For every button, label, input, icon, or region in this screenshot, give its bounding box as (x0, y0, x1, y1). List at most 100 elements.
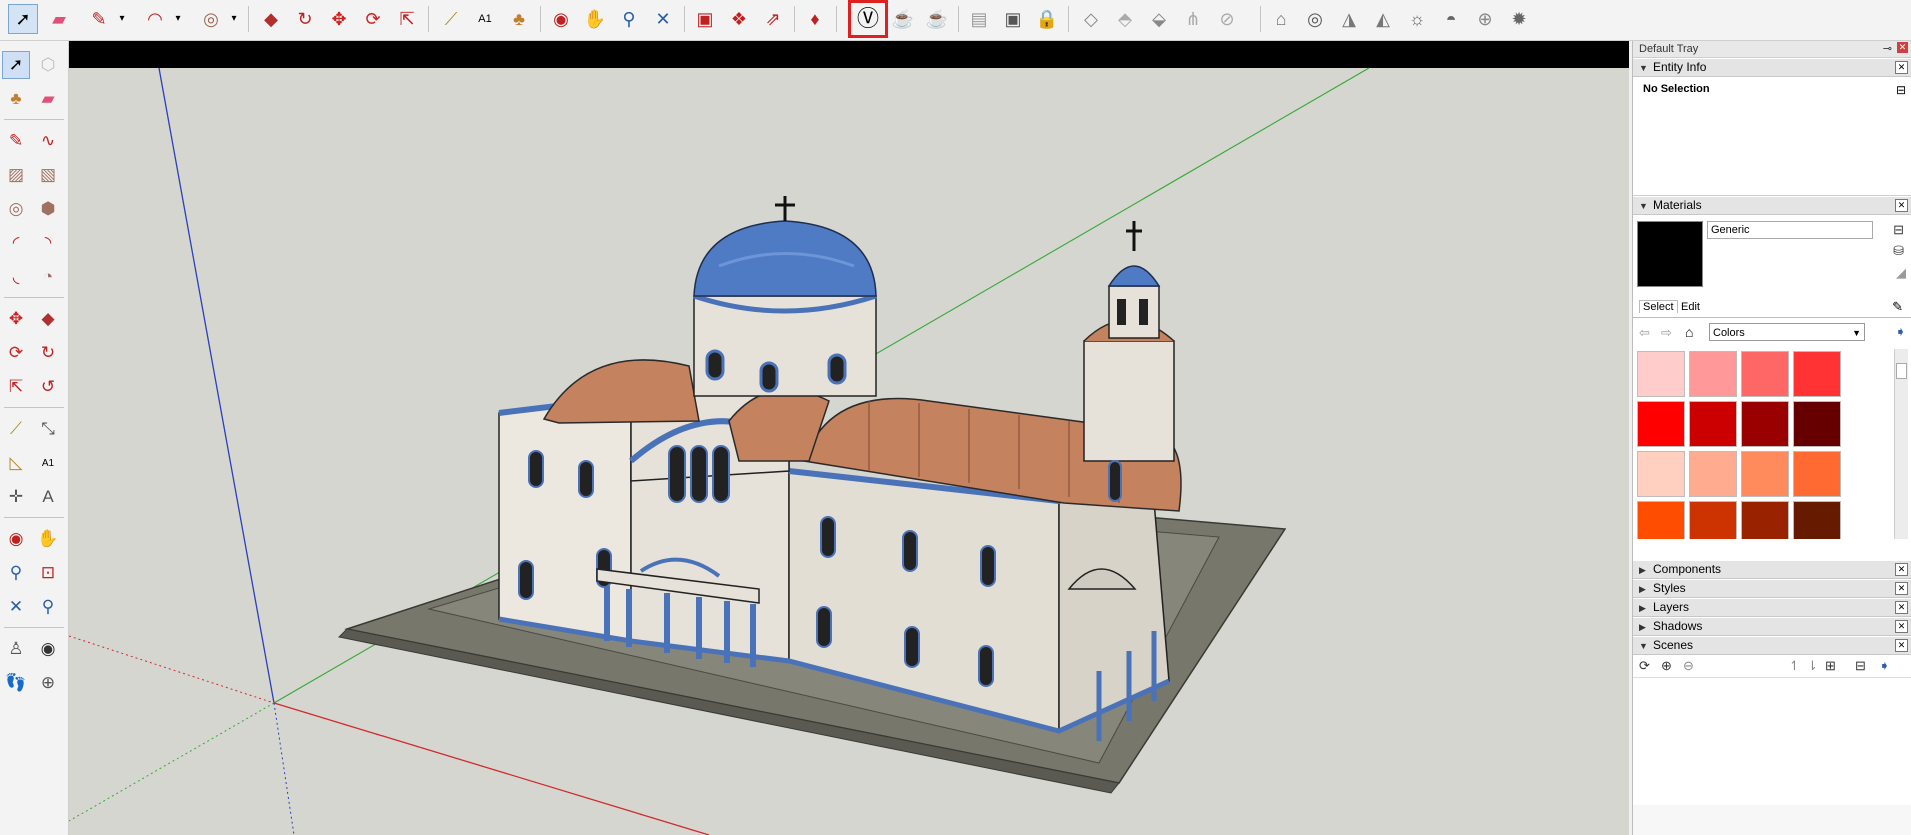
section-view-icon[interactable]: ▣ (998, 4, 1028, 34)
color-swatch[interactable] (1741, 351, 1789, 397)
push-pull-icon[interactable]: ◆ (256, 4, 286, 34)
smoove-icon[interactable]: ⬙ (1144, 4, 1174, 34)
collection-select[interactable]: Colors ▼ (1709, 323, 1865, 341)
color-swatch[interactable] (1689, 401, 1737, 447)
wireframe-icon[interactable]: ◎ (1300, 4, 1330, 34)
details-toggle-icon[interactable]: ⊟ (1896, 83, 1906, 97)
teapot-hand-icon[interactable]: ☕ (922, 4, 952, 34)
close-icon[interactable]: ✕ (1895, 639, 1908, 652)
pie-tool-icon[interactable]: ◔ (34, 263, 62, 291)
axes-tool-icon[interactable]: ✛ (2, 483, 30, 511)
polygon-tool-icon[interactable]: ⬢ (34, 195, 62, 223)
line-tool-icon[interactable]: ✎ (2, 127, 30, 155)
follow-me-icon[interactable]: ↻ (290, 4, 320, 34)
scrollbar-thumb[interactable] (1896, 363, 1907, 379)
color-swatch[interactable] (1637, 501, 1685, 539)
stamp-icon[interactable]: ⋔ (1178, 4, 1208, 34)
pan-icon[interactable]: ✋ (580, 4, 610, 34)
two-point-arc-icon[interactable]: ◝ (34, 229, 62, 257)
close-icon[interactable]: ✕ (1895, 620, 1908, 633)
material-name-field[interactable] (1707, 221, 1873, 239)
cone-icon[interactable]: ◮ (1334, 4, 1364, 34)
pin-icon[interactable]: ⊸ (1883, 41, 1892, 57)
create-material-icon[interactable]: ⛁ (1893, 243, 1904, 259)
circle-tool-icon[interactable]: ◎ (2, 195, 30, 223)
orbit-tool-icon[interactable]: ◉ (2, 525, 30, 553)
close-icon[interactable]: ✕ (1895, 582, 1908, 595)
close-icon[interactable]: ✕ (1895, 563, 1908, 576)
drape-icon[interactable]: ⊘ (1212, 4, 1242, 34)
arc-tool-icon[interactable]: ◜ (2, 229, 30, 257)
scale-icon[interactable]: ⇱ (392, 4, 422, 34)
circle-dropdown-icon[interactable]: ▾ (228, 4, 240, 34)
scenes-details-arrow-icon[interactable]: ➧ (1879, 658, 1890, 674)
position-camera-icon[interactable]: ♙ (2, 635, 30, 663)
forward-arrow-icon[interactable]: ⇨ (1661, 325, 1672, 341)
previous-view-icon[interactable]: ⚲ (34, 593, 62, 621)
color-swatch[interactable] (1637, 401, 1685, 447)
move-tool-icon[interactable]: ✥ (2, 305, 30, 333)
push-pull-tool-icon[interactable]: ◆ (34, 305, 62, 333)
move-scene-up-icon[interactable]: ↿ (1789, 658, 1800, 674)
select-tool-icon[interactable]: ➚ (2, 51, 30, 79)
make-component-icon[interactable]: ⬡ (34, 51, 62, 79)
scenes-header[interactable]: ▼ Scenes ✕ (1633, 636, 1911, 655)
three-point-arc-icon[interactable]: ◟ (2, 263, 30, 291)
3d-text-tool-icon[interactable]: A (34, 483, 62, 511)
color-swatch[interactable] (1793, 451, 1841, 497)
rectangle-tool-icon[interactable]: ▨ (2, 161, 30, 189)
walk-icon[interactable]: 👣 (2, 669, 30, 697)
dimension-tool-icon[interactable]: ⤡ (34, 415, 62, 443)
ruby-icon[interactable]: ♦ (800, 4, 830, 34)
update-scene-icon[interactable]: ⟳ (1639, 658, 1650, 674)
circle-icon[interactable]: ◎ (196, 4, 226, 34)
graduation-cap-icon[interactable]: ⌂ (1266, 4, 1296, 34)
shadows-header[interactable]: ▶ Shadows ✕ (1633, 617, 1911, 636)
default-material-icon[interactable]: ◢ (1896, 265, 1906, 281)
close-icon[interactable]: ✕ (1895, 601, 1908, 614)
color-swatch[interactable] (1793, 401, 1841, 447)
components-header[interactable]: ▶ Components ✕ (1633, 560, 1911, 579)
color-swatch[interactable] (1637, 451, 1685, 497)
color-swatch[interactable] (1741, 501, 1789, 539)
terrain-from-scratch-icon[interactable]: ◇ (1076, 4, 1106, 34)
color-swatch[interactable] (1689, 451, 1737, 497)
layers-header[interactable]: ▶ Layers ✕ (1633, 598, 1911, 617)
add-detail-icon[interactable]: ⬘ (1110, 4, 1140, 34)
paint-bucket-icon[interactable]: ♣ (504, 4, 534, 34)
offset-tool-icon[interactable]: ↺ (34, 373, 62, 401)
lamp-icon[interactable]: ◭ (1368, 4, 1398, 34)
color-swatch[interactable] (1793, 351, 1841, 397)
text-icon[interactable]: A1 (470, 4, 500, 34)
settings-gear-icon[interactable]: ✹ (1504, 4, 1534, 34)
eraser-tool-icon[interactable]: ▰ (34, 85, 62, 113)
teapot-icon[interactable]: ☕ (888, 4, 918, 34)
color-swatch[interactable] (1689, 351, 1737, 397)
close-icon[interactable]: ✕ (1895, 199, 1908, 212)
move-scene-down-icon[interactable]: ⇂ (1807, 658, 1818, 674)
move-icon[interactable]: ✥ (324, 4, 354, 34)
sample-paint-icon[interactable]: ✎ (1892, 299, 1903, 315)
extension-warehouse-icon[interactable]: ❖ (724, 4, 754, 34)
text-tool-icon[interactable]: A1 (34, 449, 62, 477)
tray-close-icon[interactable]: ✕ (1897, 42, 1908, 53)
styles-header[interactable]: ▶ Styles ✕ (1633, 579, 1911, 598)
follow-me-tool-icon[interactable]: ↻ (34, 339, 62, 367)
zoom-extents-tool-icon[interactable]: ✕ (2, 593, 30, 621)
sun-icon[interactable]: ☼ (1402, 4, 1432, 34)
look-around-icon[interactable]: ◉ (34, 635, 62, 663)
entity-info-header[interactable]: ▼ Entity Info ✕ (1633, 58, 1911, 77)
select-icon[interactable]: ➚ (8, 4, 38, 34)
sandbox-icon[interactable]: Ⓥ (848, 0, 888, 38)
color-swatch[interactable] (1689, 501, 1737, 539)
section-plane-icon[interactable]: ⊕ (34, 669, 62, 697)
close-icon[interactable]: ✕ (1895, 61, 1908, 74)
color-swatch[interactable] (1637, 351, 1685, 397)
section-icon[interactable]: ▤ (964, 4, 994, 34)
globe-icon[interactable]: ⊕ (1470, 4, 1500, 34)
color-swatch[interactable] (1741, 451, 1789, 497)
arc-dropdown-icon[interactable]: ▾ (172, 4, 184, 34)
details-arrow-icon[interactable]: ➧ (1895, 324, 1906, 340)
color-swatch[interactable] (1793, 501, 1841, 539)
warehouse-icon[interactable]: ▣ (690, 4, 720, 34)
